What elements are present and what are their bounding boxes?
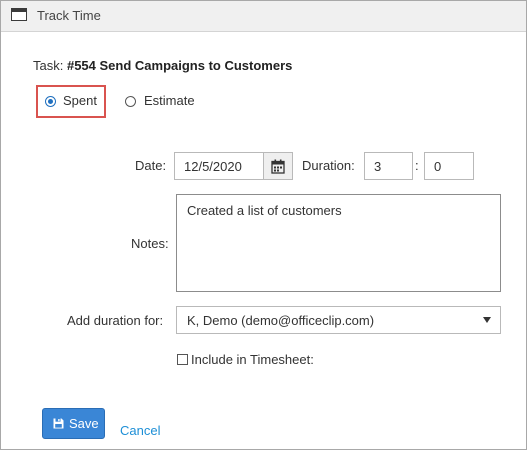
estimate-radio-label[interactable]: Estimate bbox=[144, 93, 195, 108]
notes-label: Notes: bbox=[131, 236, 169, 251]
estimate-radio[interactable] bbox=[125, 96, 136, 107]
spent-radio-label[interactable]: Spent bbox=[63, 93, 97, 108]
cancel-link[interactable]: Cancel bbox=[120, 423, 160, 438]
notes-textarea[interactable]: Created a list of customers bbox=[176, 194, 501, 292]
spent-radio[interactable] bbox=[45, 96, 56, 107]
duration-label: Duration: bbox=[302, 158, 355, 173]
save-button[interactable]: Save bbox=[42, 408, 105, 439]
date-label: Date: bbox=[135, 158, 167, 173]
date-input[interactable]: 12/5/2020 bbox=[174, 152, 264, 180]
chevron-down-icon bbox=[483, 317, 491, 323]
add-duration-selected: K, Demo (demo@officeclip.com) bbox=[187, 313, 375, 328]
save-button-label: Save bbox=[69, 416, 99, 431]
dialog-title: Track Time bbox=[37, 8, 101, 23]
add-duration-select[interactable]: K, Demo (demo@officeclip.com) bbox=[176, 306, 501, 334]
duration-hours-input[interactable]: 3 bbox=[364, 152, 413, 180]
include-timesheet-label[interactable]: Include in Timesheet: bbox=[191, 352, 314, 367]
title-bar: Track Time bbox=[1, 1, 526, 32]
calendar-icon bbox=[271, 159, 285, 174]
task-line: Task: #554 Send Campaigns to Customers bbox=[33, 58, 292, 73]
track-time-dialog: Track Time Task: #554 Send Campaigns to … bbox=[0, 0, 527, 450]
window-icon bbox=[11, 8, 27, 21]
task-label: Task: bbox=[33, 58, 64, 73]
duration-separator: : bbox=[415, 158, 419, 173]
duration-minutes-input[interactable]: 0 bbox=[424, 152, 474, 180]
floppy-disk-icon bbox=[53, 418, 64, 429]
date-picker-button[interactable] bbox=[263, 152, 293, 180]
task-name: #554 Send Campaigns to Customers bbox=[66, 58, 293, 73]
add-duration-label: Add duration for: bbox=[67, 313, 164, 328]
include-timesheet-checkbox[interactable] bbox=[177, 354, 188, 365]
